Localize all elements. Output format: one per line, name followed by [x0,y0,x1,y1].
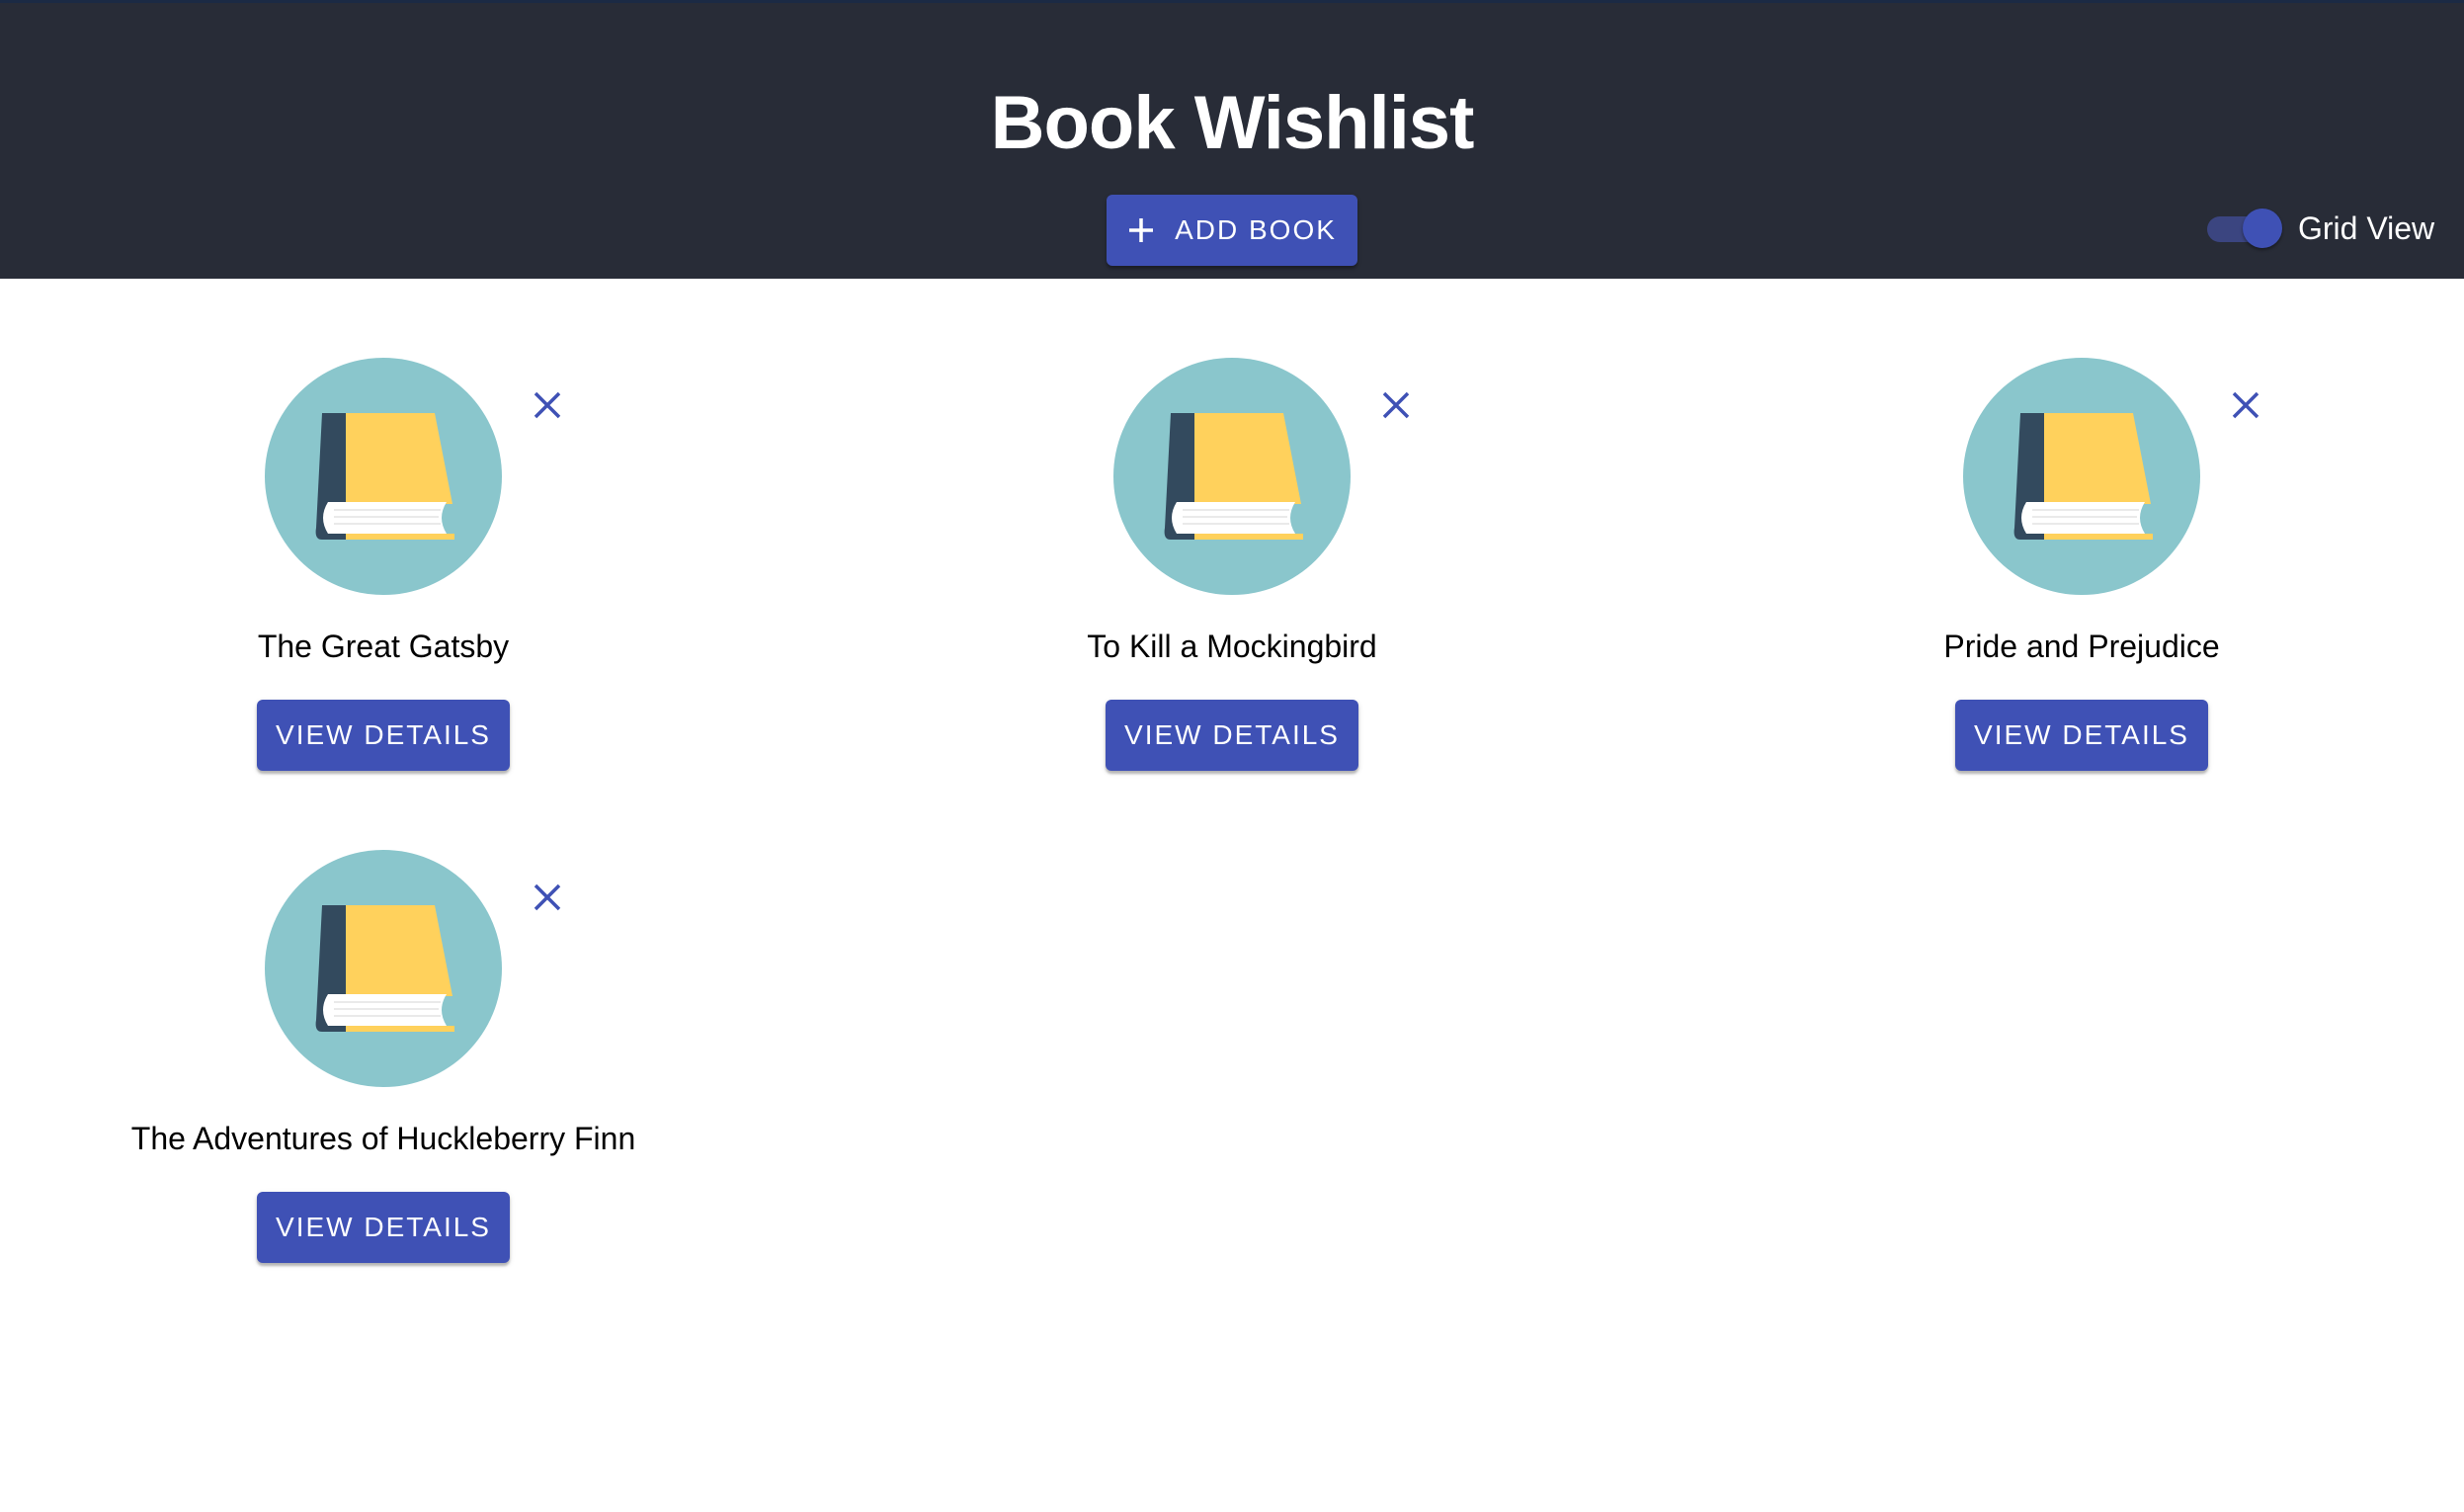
book-icon [2013,413,2153,540]
close-icon [1382,391,1410,419]
view-details-label: View Details [1124,719,1340,750]
book-title: Pride and Prejudice [1943,629,2220,664]
plus-icon [1127,216,1155,244]
book-avatar [265,850,502,1087]
view-details-button[interactable]: View Details [257,700,510,771]
grid-view-toggle[interactable] [2205,207,2284,250]
toggle-thumb[interactable] [2243,209,2282,248]
book-icon [315,905,454,1032]
book-card: To Kill a Mockingbird View Details [807,279,1657,771]
remove-book-button[interactable] [528,385,567,425]
add-book-button[interactable]: Add Book [1107,195,1357,266]
book-avatar [265,358,502,595]
book-title: To Kill a Mockingbird [1087,629,1377,664]
close-icon [534,883,561,911]
book-avatar [1963,358,2200,595]
app-header: Book Wishlist Add Book Grid View [0,0,2464,279]
view-details-button[interactable]: View Details [257,1192,510,1263]
book-title: The Adventures of Huckleberry Finn [130,1121,636,1156]
close-icon [534,391,561,419]
book-card: The Great Gatsby View Details [0,279,808,771]
page-title: Book Wishlist [990,81,1475,165]
book-card: Pride and Prejudice View Details [1657,279,2464,771]
remove-book-button[interactable] [1376,385,1416,425]
book-icon [1164,413,1303,540]
add-book-label: Add Book [1175,214,1337,245]
book-icon [315,413,454,540]
remove-book-button[interactable] [528,878,567,917]
remove-book-button[interactable] [2226,385,2265,425]
close-icon [2232,391,2259,419]
view-details-label: View Details [276,719,491,750]
view-details-button[interactable]: View Details [1955,700,2208,771]
view-details-label: View Details [276,1212,491,1242]
book-grid: The Great Gatsby View Details To Kill a … [0,279,2464,1512]
view-details-label: View Details [1974,719,2189,750]
grid-view-label: Grid View [2298,210,2435,246]
book-title: The Great Gatsby [257,629,510,664]
book-avatar [1113,358,1351,595]
view-details-button[interactable]: View Details [1106,700,1358,771]
book-card: The Adventures of Huckleberry Finn View … [0,771,808,1263]
